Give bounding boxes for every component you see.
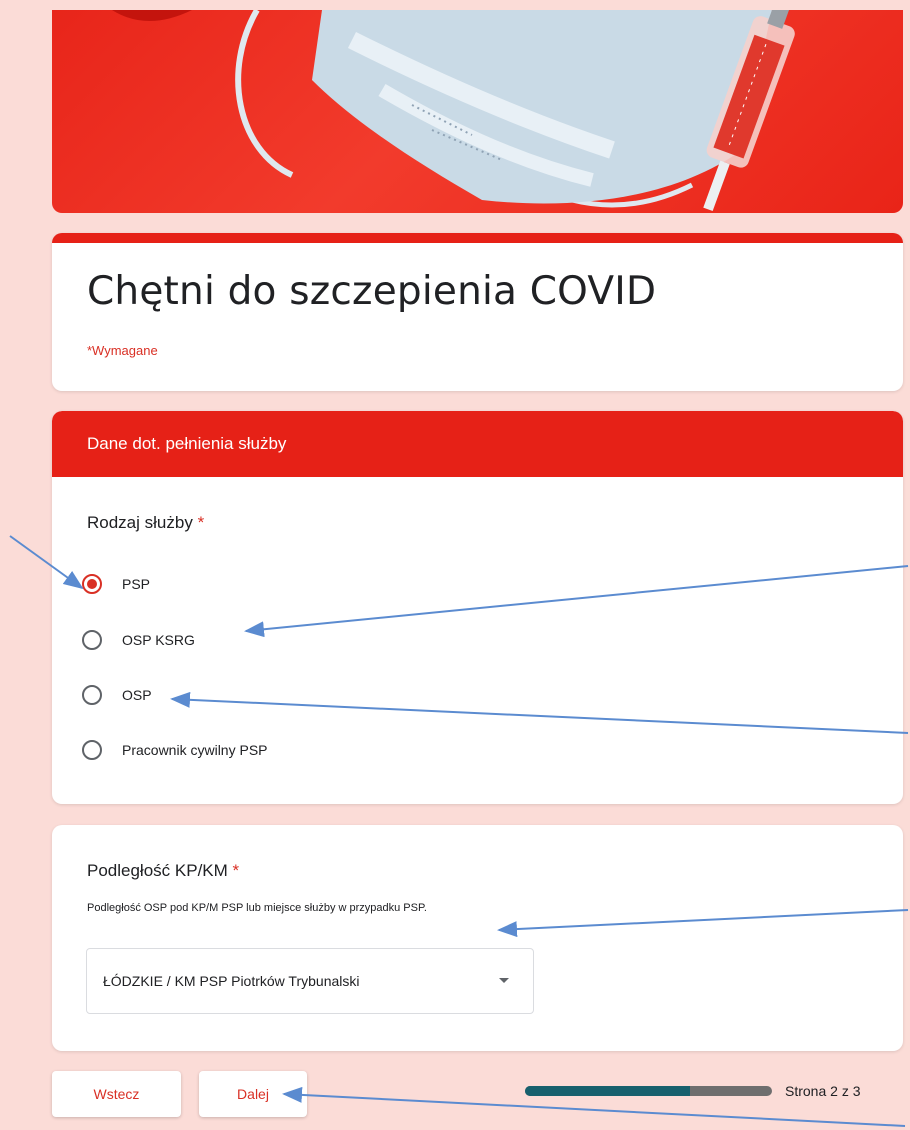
radio-option-pracownik-cywilny[interactable]: Pracownik cywilny PSP: [82, 735, 268, 765]
dropdown-selected-value: ŁÓDZKIE / KM PSP Piotrków Trybunalski: [103, 973, 360, 989]
subordination-dropdown[interactable]: ŁÓDZKIE / KM PSP Piotrków Trybunalski: [86, 948, 534, 1014]
radio-label: Pracownik cywilny PSP: [122, 742, 268, 758]
section-card: Dane dot. pełnienia służby Rodzaj służby…: [52, 411, 903, 804]
form-title: Chętni do szczepienia COVID: [87, 269, 657, 314]
question-title-text: Rodzaj służby: [87, 513, 193, 532]
radio-button[interactable]: [82, 685, 102, 705]
subordination-card: Podległość KP/KM * Podległość OSP pod KP…: [52, 825, 903, 1051]
progress-fill: [525, 1086, 690, 1096]
chevron-down-icon[interactable]: [499, 978, 509, 983]
helper-text: Podległość OSP pod KP/M PSP lub miejsce …: [87, 902, 427, 914]
required-marker: *: [197, 513, 205, 532]
subordination-title: Podległość KP/KM *: [87, 861, 239, 881]
header-image: [52, 10, 903, 213]
radio-label: PSP: [122, 576, 151, 592]
radio-button[interactable]: [82, 630, 102, 650]
radio-option-osp[interactable]: OSP: [82, 680, 152, 710]
radio-button[interactable]: [82, 740, 102, 760]
radio-option-psp[interactable]: PSP: [82, 569, 150, 599]
radio-label: OSP KSRG: [122, 632, 195, 648]
progress-bar: [525, 1086, 772, 1096]
radio-option-osp-ksrg[interactable]: OSP KSRG: [82, 625, 195, 655]
radio-label: OSP: [122, 687, 152, 703]
required-marker: *: [232, 861, 240, 880]
back-button[interactable]: Wstecz: [52, 1071, 181, 1117]
section-header: Dane dot. pełnienia służby: [52, 411, 903, 477]
mask-syringe-image: [112, 10, 795, 212]
page-indicator: Strona 2 z 3: [785, 1083, 861, 1099]
radio-button-checked[interactable]: [82, 574, 102, 594]
next-button[interactable]: Dalej: [199, 1071, 307, 1117]
question-title: Rodzaj służby *: [87, 513, 204, 533]
subordination-title-text: Podległość KP/KM: [87, 861, 228, 880]
form-title-card: Chętni do szczepienia COVID *Wymagane: [52, 233, 903, 391]
required-note: *Wymagane: [87, 343, 158, 358]
